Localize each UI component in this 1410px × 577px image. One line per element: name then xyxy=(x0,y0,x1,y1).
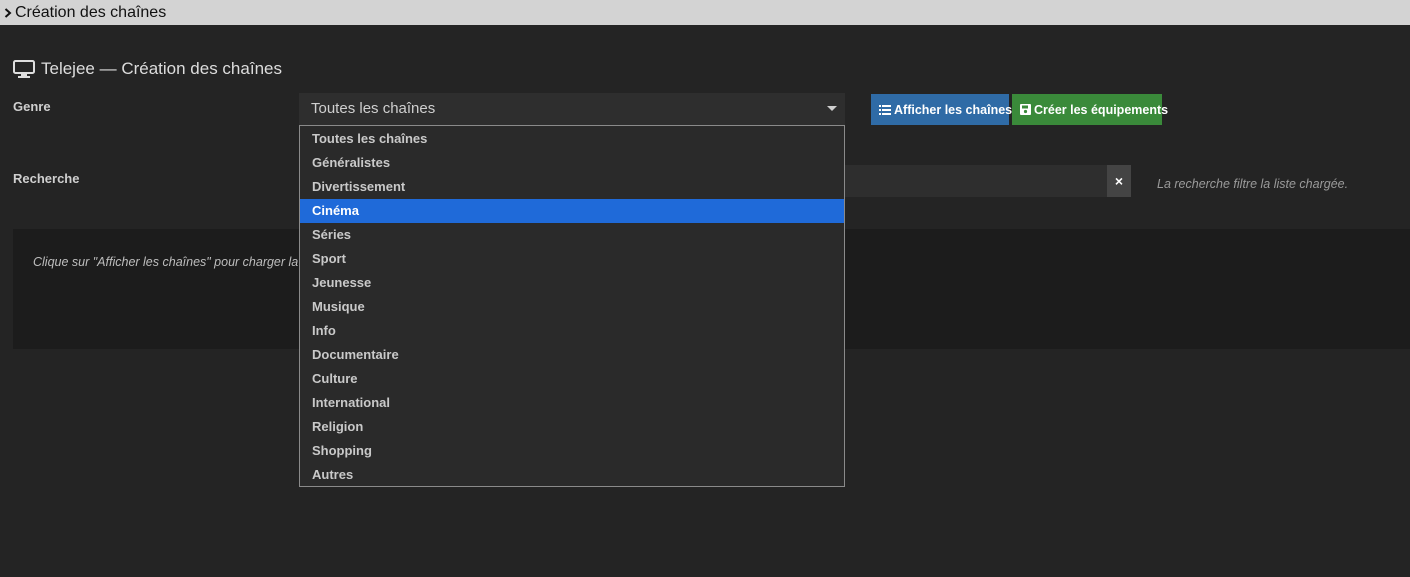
genre-option[interactable]: Religion xyxy=(300,415,844,439)
tv-icon xyxy=(13,60,35,78)
search-hint: La recherche filtre la liste chargée. xyxy=(1157,177,1349,191)
show-channels-button[interactable]: Afficher les chaînes xyxy=(871,94,1013,125)
genre-option[interactable]: Musique xyxy=(300,295,844,319)
genre-option[interactable]: Documentaire xyxy=(300,343,844,367)
search-input[interactable] xyxy=(845,165,1107,197)
genre-label: Genre xyxy=(13,99,51,114)
genre-option[interactable]: Autres xyxy=(300,463,844,487)
search-label: Recherche xyxy=(13,171,80,186)
genre-option[interactable]: Généralistes xyxy=(300,151,844,175)
create-equipment-label: Créer les équipements xyxy=(1034,102,1169,117)
genre-option[interactable]: Séries xyxy=(300,223,844,247)
genre-option[interactable]: Divertissement xyxy=(300,175,844,199)
genre-select-value: Toutes les chaînes xyxy=(311,100,436,117)
genre-option[interactable]: Sport xyxy=(300,247,844,271)
genre-option[interactable]: Shopping xyxy=(300,439,844,463)
chevron-right-icon[interactable] xyxy=(2,1,14,25)
genre-option-highlighted[interactable]: Cinéma xyxy=(300,199,844,223)
genre-option[interactable]: Toutes les chaînes xyxy=(300,127,844,151)
window-titlebar: Création des chaînes xyxy=(0,0,1410,25)
empty-state-message: Clique sur "Afficher les chaînes" pour c… xyxy=(33,255,299,269)
genre-option[interactable]: International xyxy=(300,391,844,415)
genre-select[interactable]: Toutes les chaînes xyxy=(299,93,845,125)
save-icon xyxy=(1020,104,1031,115)
page-title-text: Telejee — Création des chaînes xyxy=(41,59,282,78)
create-equipment-button[interactable]: Créer les équipements xyxy=(1012,94,1168,125)
search-clear-button[interactable]: × xyxy=(1107,165,1131,197)
genre-option[interactable]: Jeunesse xyxy=(300,271,844,295)
genre-option[interactable]: Culture xyxy=(300,367,844,391)
caret-down-icon xyxy=(827,106,837,111)
list-icon xyxy=(879,104,891,115)
genre-dropdown-list[interactable]: Toutes les chaînes Généralistes Divertis… xyxy=(299,125,845,487)
close-icon: × xyxy=(1114,173,1124,189)
window-title: Création des chaînes xyxy=(15,3,167,21)
genre-option[interactable]: Info xyxy=(300,319,844,343)
show-channels-label: Afficher les chaînes xyxy=(894,102,1013,117)
page-title: Telejee — Création des chaînes xyxy=(13,57,282,81)
